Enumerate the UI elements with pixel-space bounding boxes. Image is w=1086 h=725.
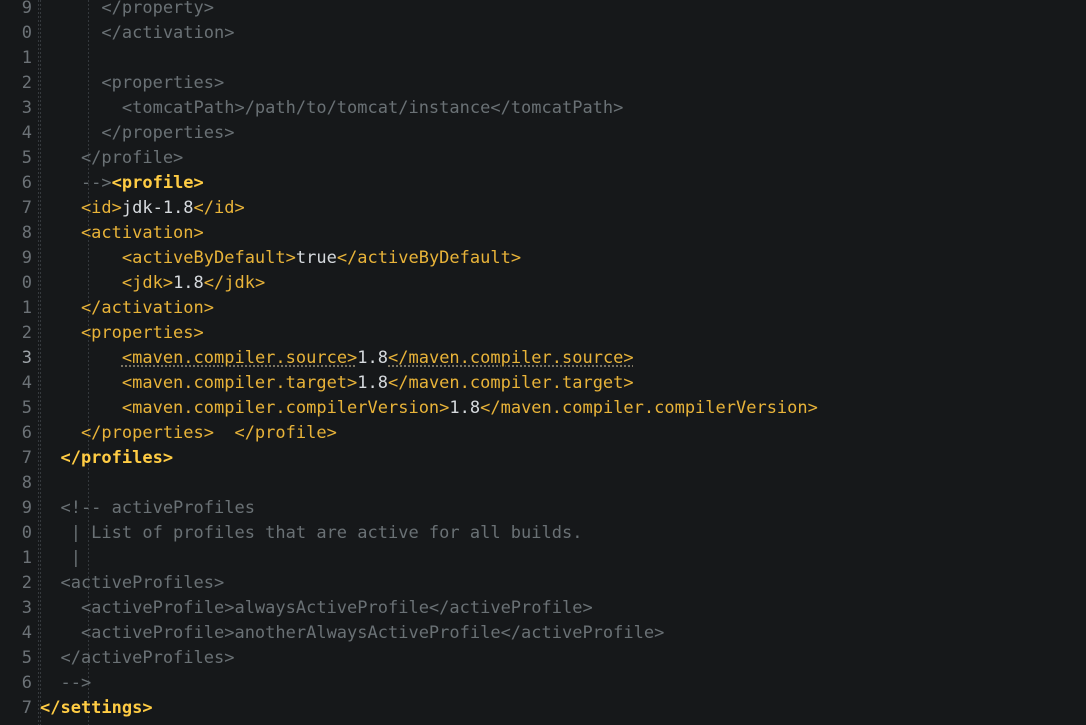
code-line[interactable] <box>0 46 1086 71</box>
code-token-comment: <activeProfile>alwaysActiveProfile</acti… <box>40 598 593 618</box>
code-line[interactable]: </property> <box>0 0 1086 21</box>
code-editor[interactable]: 901234567890123456789012345678 </propert… <box>0 0 1086 725</box>
code-line[interactable]: </activation> <box>0 296 1086 321</box>
code-line[interactable]: </profile> <box>0 146 1086 171</box>
code-token-tag: </activeByDefault> <box>336 248 522 268</box>
code-line[interactable]: <!-- activeProfiles <box>0 496 1086 521</box>
code-line[interactable]: <activation> <box>0 221 1086 246</box>
code-token-comment: <properties> <box>40 73 225 93</box>
code-token-tag: </maven.compiler.compilerVersion> <box>480 398 818 418</box>
code-token-tag-b: </settings> <box>40 698 153 718</box>
code-token-tag: <maven.compiler.compilerVersion> <box>40 398 450 418</box>
code-line[interactable]: --><profile> <box>0 171 1086 196</box>
code-token-tag: <maven.compiler.source> <box>121 348 358 368</box>
code-line[interactable]: </properties> </profile> <box>0 421 1086 446</box>
code-line[interactable]: <properties> <box>0 71 1086 96</box>
code-token-comment: <!-- activeProfiles <box>40 498 255 518</box>
code-line[interactable]: | <box>0 546 1086 571</box>
code-content[interactable]: </property> </activation> <properties> <… <box>0 0 1086 725</box>
code-token-tag: <activeByDefault> <box>40 248 296 268</box>
code-token-tag-b: <profile> <box>111 173 204 193</box>
code-line[interactable]: --> <box>0 671 1086 696</box>
code-token-comment: </properties> <box>40 123 235 143</box>
code-token-tag: <maven.compiler.target> <box>40 373 358 393</box>
code-token-comment: </activeProfiles> <box>40 648 235 668</box>
code-token-comment: </profile> <box>40 148 184 168</box>
code-token-tag: </jdk> <box>203 273 266 293</box>
code-token-tag: </properties> </profile> <box>40 423 337 443</box>
code-token-tag: </maven.compiler.source> <box>388 348 634 368</box>
code-token-text: 1.8 <box>357 373 388 393</box>
code-token-text: 1.8 <box>449 398 481 418</box>
code-line[interactable]: </activation> <box>0 21 1086 46</box>
code-token-comment: | List of profiles that are active for a… <box>40 523 583 543</box>
code-token-tag: <jdk> <box>40 273 174 293</box>
code-line[interactable]: <activeProfile>alwaysActiveProfile</acti… <box>0 596 1086 621</box>
code-token-comment: </property> <box>40 0 214 18</box>
code-line[interactable]: <activeByDefault>true</activeByDefault> <box>0 246 1086 271</box>
code-line[interactable]: </activeProfiles> <box>0 646 1086 671</box>
code-token-comment: </activation> <box>40 23 235 43</box>
code-token-tag: <activation> <box>40 223 204 243</box>
code-line[interactable]: </profiles> <box>0 446 1086 471</box>
code-line[interactable] <box>0 471 1086 496</box>
code-line[interactable] <box>0 721 1086 725</box>
code-line[interactable]: <maven.compiler.source>1.8</maven.compil… <box>0 346 1086 371</box>
code-line[interactable]: | List of profiles that are active for a… <box>0 521 1086 546</box>
code-token-text: 1.8 <box>173 273 204 293</box>
code-token-comment: <tomcatPath>/path/to/tomcat/instance</to… <box>40 98 624 118</box>
code-line[interactable]: <maven.compiler.compilerVersion>1.8</mav… <box>0 396 1086 421</box>
code-line[interactable]: <tomcatPath>/path/to/tomcat/instance</to… <box>0 96 1086 121</box>
code-token-comment: <activeProfiles> <box>40 573 225 593</box>
code-token-tag: <properties> <box>40 323 204 343</box>
code-token-comment: --> <box>40 673 92 693</box>
code-token-tag <box>40 348 122 368</box>
code-line[interactable]: <maven.compiler.target>1.8</maven.compil… <box>0 371 1086 396</box>
code-token-comment: <activeProfile>anotherAlwaysActiveProfil… <box>40 623 665 643</box>
code-line[interactable]: <activeProfiles> <box>0 571 1086 596</box>
code-token-tag: </activation> <box>40 298 214 318</box>
code-line[interactable]: </settings> <box>0 696 1086 721</box>
code-token-text: jdk-1.8 <box>121 198 194 218</box>
code-token-text: true <box>295 248 337 268</box>
code-token-text: 1.8 <box>357 348 389 368</box>
code-line[interactable]: <jdk>1.8</jdk> <box>0 271 1086 296</box>
code-token-comment: | <box>40 548 81 568</box>
code-line[interactable]: <activeProfile>anotherAlwaysActiveProfil… <box>0 621 1086 646</box>
code-token-tag: </maven.compiler.target> <box>388 373 634 393</box>
code-line[interactable]: <properties> <box>0 321 1086 346</box>
code-token-tag: </id> <box>193 198 245 218</box>
code-token-comment: --> <box>40 173 112 193</box>
code-token-tag: <id> <box>40 198 122 218</box>
code-line[interactable]: </properties> <box>0 121 1086 146</box>
code-line[interactable]: <id>jdk-1.8</id> <box>0 196 1086 221</box>
code-token-tag-b: </profiles> <box>40 448 174 468</box>
